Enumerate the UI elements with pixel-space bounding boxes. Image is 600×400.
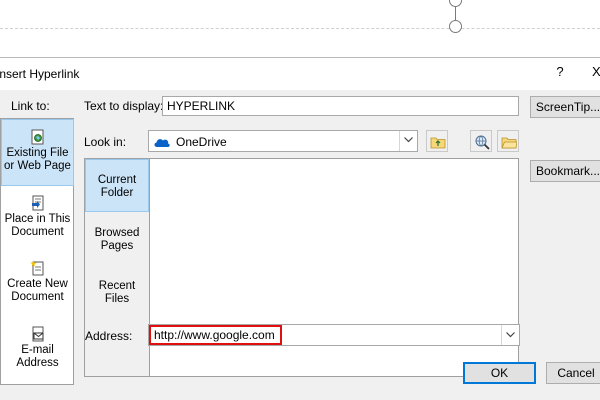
look-in-value: OneDrive bbox=[176, 135, 227, 149]
screentip-button[interactable]: ScreenTip... bbox=[530, 96, 600, 118]
help-button[interactable]: ? bbox=[552, 64, 568, 79]
browse-file-icon bbox=[501, 137, 517, 149]
tab-label-line2: Folder bbox=[100, 187, 134, 199]
cancel-button[interactable]: Cancel bbox=[546, 362, 600, 384]
link-to-panel: Existing File or Web Page Place in This … bbox=[0, 118, 74, 385]
tab-label-line2: Files bbox=[104, 293, 130, 305]
tab-browsed-pages[interactable]: Browsed Pages bbox=[85, 219, 149, 267]
tab-label-line1: Recent bbox=[98, 280, 136, 292]
text-to-display-label: Text to display: bbox=[84, 99, 164, 113]
link-to-email-address[interactable]: E-mail Address bbox=[1, 326, 74, 386]
browse-tabs: Current Folder Browsed Pages Recent File… bbox=[84, 158, 150, 377]
link-to-create-new-document[interactable]: Create New Document bbox=[1, 260, 74, 320]
link-to-label-line2: Address bbox=[16, 357, 59, 369]
link-to-label-line2: Document bbox=[11, 291, 64, 303]
close-button[interactable]: X bbox=[592, 64, 600, 79]
tab-current-folder[interactable]: Current Folder bbox=[85, 159, 149, 212]
dialog-title: Insert Hyperlink bbox=[0, 67, 80, 81]
up-folder-icon bbox=[430, 137, 446, 149]
link-to-label-line2: or Web Page bbox=[4, 160, 71, 172]
browse-web-button[interactable] bbox=[470, 130, 492, 152]
link-to-label-line1: Existing File bbox=[6, 147, 69, 159]
link-to-existing-file[interactable]: Existing File or Web Page bbox=[1, 119, 74, 186]
text-to-display-input[interactable]: HYPERLINK bbox=[162, 96, 519, 116]
browse-file-button[interactable] bbox=[497, 130, 519, 152]
tab-recent-files[interactable]: Recent Files bbox=[85, 272, 149, 320]
chevron-down-icon bbox=[404, 137, 413, 143]
look-in-dropdown-arrow[interactable] bbox=[399, 131, 417, 151]
insert-hyperlink-dialog: Insert Hyperlink ? X Link to: Existing F… bbox=[0, 57, 600, 400]
page-margin-line bbox=[0, 28, 600, 29]
web-page-icon bbox=[31, 129, 43, 145]
link-to-label-line1: Place in This bbox=[4, 213, 71, 225]
bookmark-button[interactable]: Bookmark... bbox=[530, 160, 600, 182]
address-combo[interactable]: http://www.google.com bbox=[148, 324, 520, 346]
dialog-titlebar: Insert Hyperlink ? X bbox=[0, 58, 600, 90]
link-to-place-in-document[interactable]: Place in This Document bbox=[1, 195, 74, 255]
link-to-label-line2: Document bbox=[11, 226, 64, 238]
address-dropdown-arrow[interactable] bbox=[501, 325, 519, 345]
link-to-label: Link to: bbox=[11, 99, 50, 113]
new-document-icon bbox=[29, 260, 43, 276]
rotation-handle[interactable] bbox=[449, 0, 462, 7]
link-to-label-line1: Create New bbox=[7, 278, 68, 290]
look-in-dropdown[interactable]: OneDrive bbox=[148, 130, 418, 152]
tab-label-line1: Current bbox=[97, 174, 137, 186]
ok-button[interactable]: OK bbox=[463, 362, 536, 384]
address-input[interactable]: http://www.google.com bbox=[149, 325, 282, 345]
document-background bbox=[0, 0, 600, 56]
browse-web-icon bbox=[475, 135, 490, 150]
email-icon bbox=[32, 326, 43, 342]
onedrive-cloud-icon bbox=[154, 139, 170, 147]
link-to-label-line1: E-mail bbox=[21, 344, 54, 356]
tab-label-line1: Browsed bbox=[94, 227, 140, 239]
up-folder-button[interactable] bbox=[426, 130, 448, 152]
look-in-label: Look in: bbox=[84, 135, 127, 149]
resize-handle[interactable] bbox=[449, 20, 462, 33]
address-label: Address: bbox=[85, 329, 133, 343]
chevron-down-icon bbox=[506, 332, 515, 338]
document-place-icon bbox=[31, 195, 43, 211]
tab-label-line2: Pages bbox=[100, 240, 134, 252]
